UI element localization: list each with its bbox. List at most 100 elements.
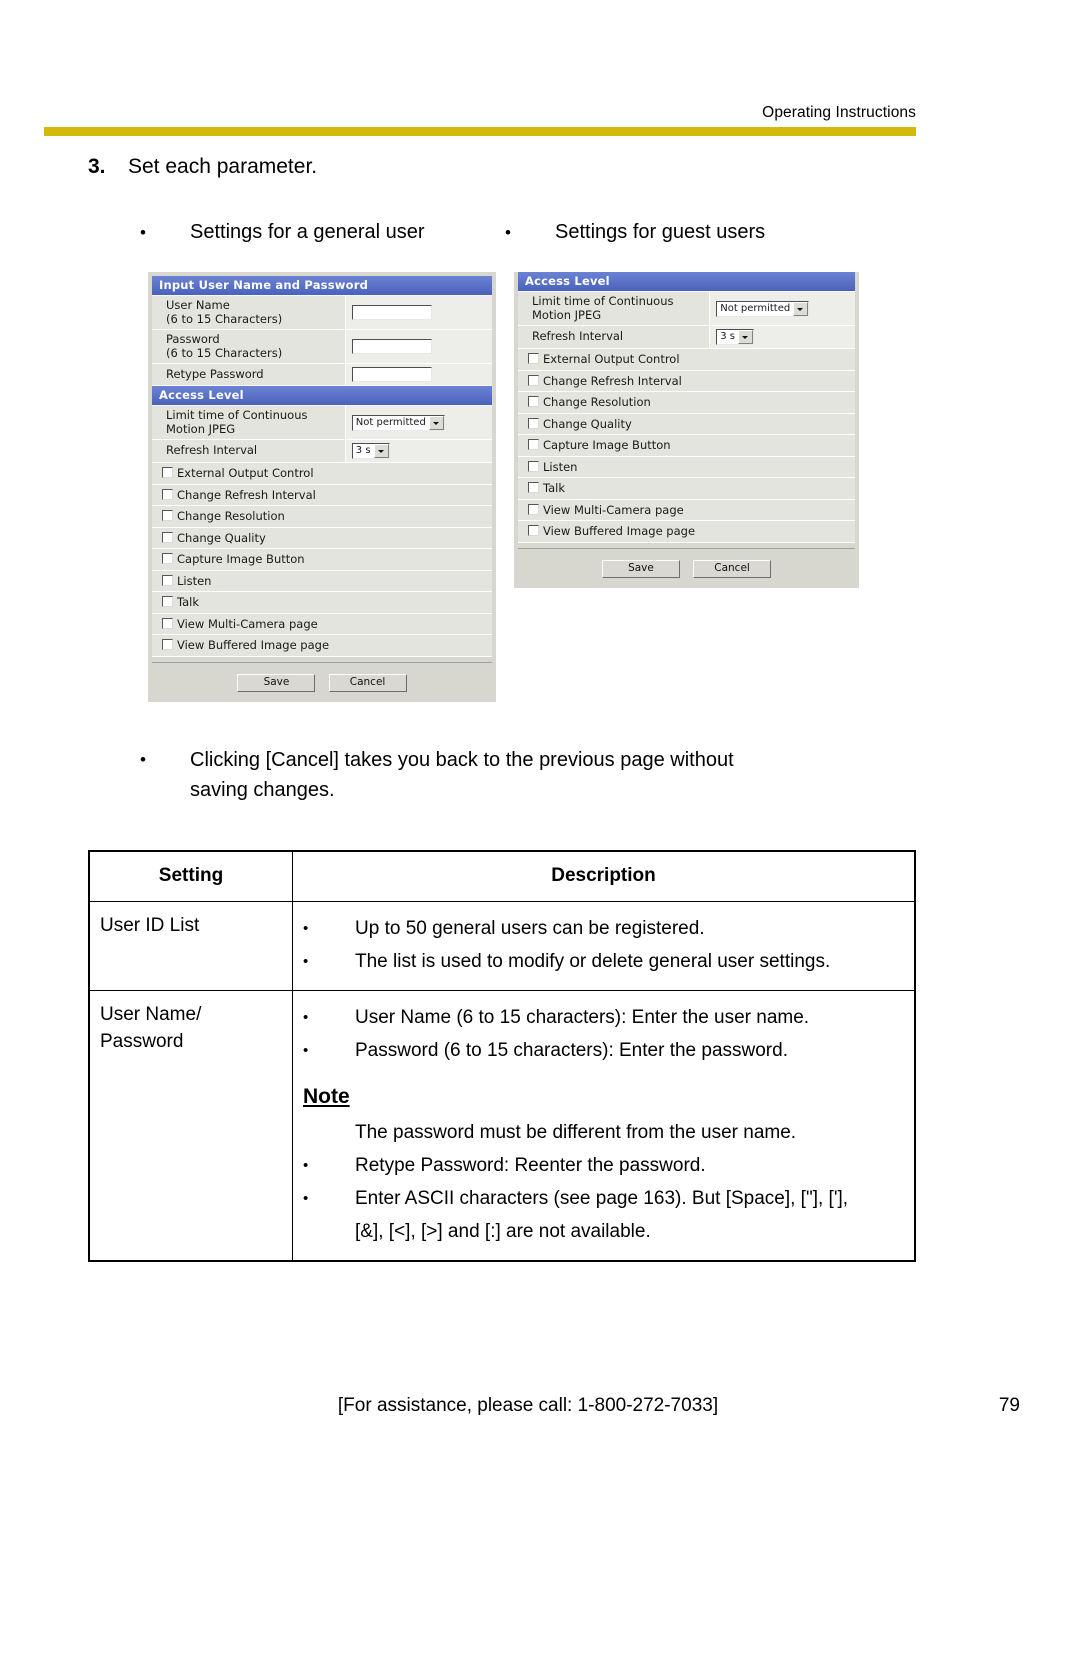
refresh-interval-label: Refresh Interval <box>518 325 711 349</box>
description-bullet-text: Up to 50 general users can be registered… <box>355 918 705 939</box>
page-header: Operating Instructions <box>44 104 916 136</box>
checkbox-view-buffered-image-page[interactable] <box>528 525 539 536</box>
password-input[interactable] <box>351 339 432 354</box>
checkbox-capture-image-button[interactable] <box>162 553 173 564</box>
screenshot-guest-users: Access Level Limit time of Continuous Mo… <box>514 272 859 588</box>
checkbox-row: View Multi-Camera page <box>518 498 855 521</box>
checkbox-change-refresh-interval[interactable] <box>528 374 539 386</box>
limit-time-label-line2: Motion JPEG <box>166 421 236 436</box>
checkbox-view-multi-camera-page[interactable] <box>162 617 173 629</box>
table-header-row: Setting Description <box>88 850 916 902</box>
checkbox-row: Capture Image Button <box>152 548 492 571</box>
section-header-input-user: Input User Name and Password <box>152 276 492 295</box>
limit-time-select[interactable]: Not permitted <box>716 300 810 317</box>
table-row: User Name/ Password • User Name (6 to 15… <box>88 990 916 1262</box>
bullet-icon: • <box>505 223 511 242</box>
setting-name-user-id-list: User ID List <box>88 901 293 991</box>
screenshot-captions: • Settings for a general user • Settings… <box>140 219 970 249</box>
cancel-note: • Clicking [Cancel] takes you back to th… <box>140 745 930 805</box>
chevron-down-icon[interactable] <box>738 330 753 344</box>
password-label-line2: (6 to 15 Characters) <box>166 345 283 360</box>
checkbox-change-quality[interactable] <box>162 531 173 543</box>
cancel-button[interactable]: Cancel <box>693 559 772 578</box>
description-bullet-text: User Name (6 to 15 characters): Enter th… <box>355 1007 810 1028</box>
form-row-refresh-interval: Refresh Interval 3 s <box>518 325 855 349</box>
username-label-line2: (6 to 15 Characters) <box>166 311 283 326</box>
refresh-interval-select-value: 3 s <box>720 331 735 342</box>
checkbox-external-output-control[interactable] <box>528 353 539 364</box>
checkbox-label: Change Quality <box>177 530 266 545</box>
bullet-icon: • <box>303 1009 309 1026</box>
setting-name-user-name-password: User Name/ Password <box>88 990 293 1262</box>
user-credentials-form: User Name (6 to 15 Characters) Password … <box>152 295 492 386</box>
checkbox-change-resolution[interactable] <box>528 396 539 407</box>
form-button-bar: Save Cancel <box>518 547 855 580</box>
checkbox-change-quality[interactable] <box>528 417 539 429</box>
checkbox-row: Talk <box>518 477 855 500</box>
checkbox-label: External Output Control <box>543 352 680 366</box>
checkbox-row: External Output Control <box>518 348 855 371</box>
description-bullet: • The list is used to modify or delete g… <box>303 945 904 978</box>
save-button[interactable]: Save <box>601 559 680 578</box>
checkbox-view-multi-camera-page[interactable] <box>528 503 539 515</box>
chevron-down-icon[interactable] <box>373 444 389 458</box>
chevron-down-icon[interactable] <box>793 301 809 316</box>
description-bullet: • Password (6 to 15 characters): Enter t… <box>303 1034 904 1067</box>
cancel-button[interactable]: Cancel <box>328 673 407 692</box>
checkbox-listen[interactable] <box>528 460 539 472</box>
chevron-down-icon[interactable] <box>428 415 444 430</box>
refresh-interval-select[interactable]: 3 s <box>716 329 754 345</box>
bullet-icon: • <box>303 1042 309 1059</box>
description-bullet: • Up to 50 general users can be register… <box>303 912 904 945</box>
bullet-icon: • <box>303 1190 309 1207</box>
retype-password-input[interactable] <box>351 367 432 382</box>
description-bullet-text: The list is used to modify or delete gen… <box>355 951 831 972</box>
settings-description-table: Setting Description User ID List • Up to… <box>88 850 916 1262</box>
username-label-line1: User Name <box>166 298 230 312</box>
checkbox-talk[interactable] <box>162 596 173 607</box>
form-row-refresh-interval: Refresh Interval 3 s <box>152 439 492 463</box>
checkbox-label: Capture Image Button <box>543 438 671 452</box>
checkbox-capture-image-button[interactable] <box>528 439 539 450</box>
checkbox-change-resolution[interactable] <box>162 510 173 521</box>
limit-time-select[interactable]: Not permitted <box>351 414 445 431</box>
checkbox-label: Listen <box>177 573 212 588</box>
limit-time-label: Limit time of Continuous Motion JPEG <box>152 405 346 440</box>
section-header-access-level: Access Level <box>518 272 855 291</box>
form-button-bar: Save Cancel <box>152 661 492 694</box>
header-rule <box>44 127 916 136</box>
cancel-note-line1: Clicking [Cancel] takes you back to the … <box>190 749 734 771</box>
form-row-retype-password: Retype Password <box>152 363 492 386</box>
cancel-note-line2: saving changes. <box>190 779 335 801</box>
description-bullet: • Enter ASCII characters (see page 163).… <box>303 1182 904 1248</box>
checkbox-row: Change Resolution <box>518 391 855 414</box>
limit-time-select-value: Not permitted <box>720 302 791 314</box>
checkbox-label: View Buffered Image page <box>177 638 330 652</box>
access-level-form: Limit time of Continuous Motion JPEG Not… <box>152 405 492 657</box>
checkbox-external-output-control[interactable] <box>162 467 173 478</box>
bullet-icon: • <box>303 1157 309 1174</box>
checkbox-row: Listen <box>518 455 855 478</box>
guest-access-level-form: Limit time of Continuous Motion JPEG Not… <box>518 291 855 543</box>
caption-guest-users-label: Settings for guest users <box>555 221 766 243</box>
caption-general-user-label: Settings for a general user <box>190 221 425 243</box>
save-button[interactable]: Save <box>237 673 316 692</box>
form-row-limit-time: Limit time of Continuous Motion JPEG Not… <box>518 291 855 326</box>
setting-name-line2: Password <box>100 1031 184 1052</box>
checkbox-label: View Buffered Image page <box>543 524 696 538</box>
checkbox-talk[interactable] <box>528 482 539 493</box>
bullet-icon: • <box>303 920 309 937</box>
checkbox-view-buffered-image-page[interactable] <box>162 639 173 650</box>
column-header-setting: Setting <box>88 850 293 902</box>
refresh-interval-select[interactable]: 3 s <box>351 443 390 459</box>
note-text: The password must be different from the … <box>355 1122 797 1143</box>
setting-name-line1: User Name/ <box>100 1004 202 1025</box>
form-row-password: Password (6 to 15 Characters) <box>152 329 492 364</box>
checkbox-change-refresh-interval[interactable] <box>162 488 173 500</box>
username-input[interactable] <box>351 305 432 320</box>
refresh-interval-select-value: 3 s <box>355 445 371 456</box>
cancel-note-text: Clicking [Cancel] takes you back to the … <box>190 745 734 805</box>
checkbox-listen[interactable] <box>162 574 173 586</box>
step-number: 3. <box>88 155 106 178</box>
checkbox-row: View Buffered Image page <box>152 634 492 657</box>
